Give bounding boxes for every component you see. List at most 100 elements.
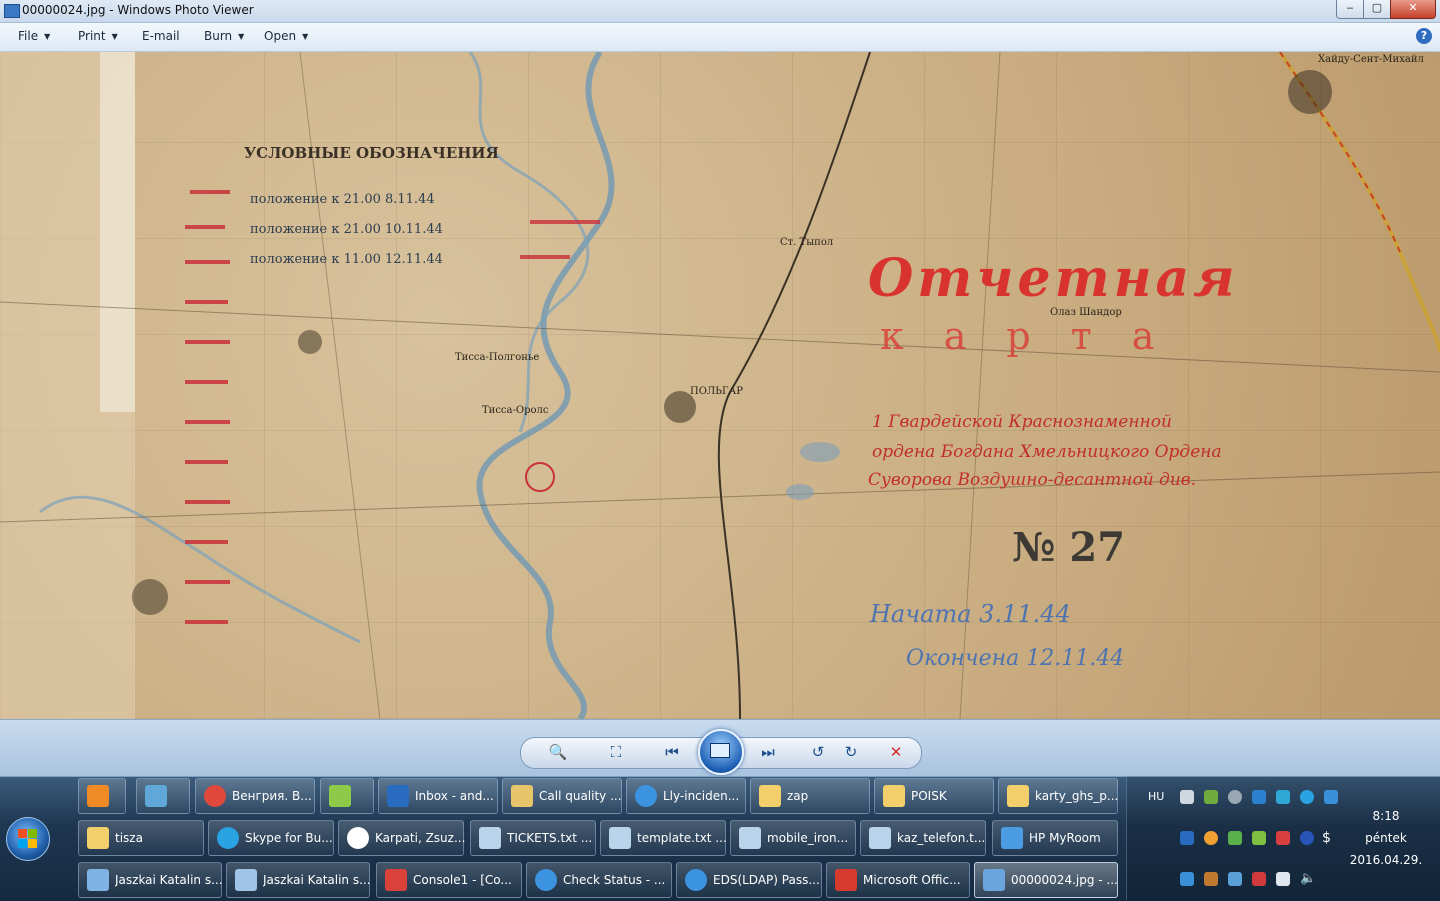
map-ended: Окончена 12.11.44 bbox=[906, 646, 1125, 671]
menu-print-label: Print bbox=[78, 29, 106, 43]
taskbar-button[interactable] bbox=[78, 778, 126, 814]
menu-open-label: Open bbox=[264, 29, 297, 43]
taskbar-button-label: karty_ghs_p... bbox=[1035, 789, 1119, 803]
menu-open[interactable]: Open ▼ bbox=[264, 29, 308, 43]
outlook-icon bbox=[387, 785, 409, 807]
users-icon[interactable] bbox=[1228, 831, 1242, 845]
taskbar-button[interactable]: Karpati, Zsuz... bbox=[338, 820, 465, 856]
taskbar-button-active[interactable]: 00000024.jpg - ... bbox=[974, 862, 1118, 898]
close-button[interactable]: ✕ bbox=[1390, 0, 1436, 19]
maximize-button[interactable]: ▢ bbox=[1363, 0, 1391, 19]
map-title-line1: Отчетная bbox=[868, 248, 1239, 309]
taskbar-button[interactable]: Call quality ... bbox=[502, 778, 622, 814]
clock-date[interactable]: 2016.04.29. bbox=[1346, 853, 1426, 867]
taskbar-button[interactable]: EDS(LDAP) Pass... bbox=[676, 862, 822, 898]
legend-entry: положение к 21.00 10.11.44 bbox=[250, 222, 443, 237]
chevron-down-icon: ▼ bbox=[111, 32, 118, 41]
map-number: № 27 bbox=[1012, 524, 1126, 571]
network-icon[interactable] bbox=[1324, 790, 1338, 804]
taskbar-button[interactable]: Skype for Bu... bbox=[208, 820, 334, 856]
photo-viewer-icon bbox=[4, 4, 20, 18]
taskbar-button[interactable]: Check Status - ... bbox=[526, 862, 672, 898]
skype-icon[interactable] bbox=[1300, 790, 1314, 804]
disk-icon[interactable] bbox=[1204, 872, 1218, 886]
title-bar: 00000024.jpg - Windows Photo Viewer ‒ ▢ … bbox=[0, 0, 1440, 23]
it-icon[interactable] bbox=[1276, 790, 1290, 804]
magnifier-icon[interactable]: 🔍 bbox=[546, 742, 570, 762]
clock-day[interactable]: péntek bbox=[1346, 831, 1426, 845]
taskbar-button[interactable]: kaz_telefon.t... bbox=[860, 820, 986, 856]
menu-bar: File ▼ Print ▼ E-mail Burn ▼ Open ▼ ? bbox=[0, 23, 1440, 52]
chevron-down-icon: ▼ bbox=[44, 32, 51, 41]
rotate-clockwise-icon[interactable]: ↻ bbox=[839, 742, 863, 762]
folder-icon bbox=[87, 827, 109, 849]
folder-icon bbox=[883, 785, 905, 807]
chrome-icon bbox=[204, 785, 226, 807]
menu-email-label: E-mail bbox=[142, 29, 180, 43]
menu-email[interactable]: E-mail bbox=[142, 29, 180, 43]
antivirus-icon[interactable] bbox=[1252, 872, 1266, 886]
notepad-icon bbox=[609, 827, 631, 849]
sync-icon[interactable] bbox=[1180, 872, 1194, 886]
taskbar-button[interactable]: Jaszkai Katalin s... bbox=[226, 862, 371, 898]
info-icon[interactable] bbox=[1300, 831, 1314, 845]
taskbar-button[interactable]: Lly-inciden... bbox=[626, 778, 746, 814]
taskbar-button[interactable]: HP MyRoom bbox=[992, 820, 1118, 856]
help-icon[interactable]: ? bbox=[1416, 28, 1432, 44]
actual-size-icon[interactable]: ⛶ bbox=[604, 742, 628, 762]
pen-icon[interactable] bbox=[1180, 790, 1194, 804]
start-button[interactable] bbox=[6, 817, 50, 861]
taskbar-button[interactable]: Console1 - [Co... bbox=[376, 862, 522, 898]
town-label: Ст. Тыпол bbox=[780, 237, 834, 248]
next-icon[interactable]: ⏭ bbox=[756, 742, 780, 762]
volume-icon[interactable]: 🔈 bbox=[1300, 872, 1316, 886]
taskbar-button[interactable]: Jaszkai Katalin s... bbox=[78, 862, 223, 898]
display-icon[interactable] bbox=[1276, 872, 1290, 886]
taskbar-button[interactable]: Inbox - and... bbox=[378, 778, 498, 814]
taskbar-button-label: HP MyRoom bbox=[1029, 831, 1101, 845]
unit-name-line1: 1 Гвардейской Краснознаменной bbox=[872, 412, 1172, 432]
delete-icon[interactable]: ✕ bbox=[884, 742, 908, 762]
taskbar-button[interactable]: Microsoft Offic... bbox=[826, 862, 970, 898]
previous-icon[interactable]: ⏮ bbox=[660, 742, 684, 762]
taskbar-button-label: POISK bbox=[911, 789, 947, 803]
town-label: Хайду-Сент-Михайл bbox=[1318, 54, 1424, 65]
taskbar-button[interactable]: template.txt ... bbox=[600, 820, 727, 856]
security-icon[interactable] bbox=[1228, 872, 1242, 886]
slideshow-button[interactable] bbox=[698, 729, 744, 775]
town-label: Тисса-Полгонье bbox=[455, 352, 540, 363]
skype-icon bbox=[217, 827, 239, 849]
taskbar-button[interactable]: POISK bbox=[874, 778, 994, 814]
taskbar-button-label: kaz_telefon.t... bbox=[897, 831, 986, 845]
rotate-counterclockwise-icon[interactable]: ↺ bbox=[806, 742, 830, 762]
outlook-icon[interactable] bbox=[1180, 831, 1194, 845]
legend-title: УСЛОВНЫЕ ОБОЗНАЧЕНИЯ bbox=[244, 144, 499, 162]
taskbar-button[interactable]: TICKETS.txt ... bbox=[470, 820, 596, 856]
app-icon[interactable] bbox=[1252, 790, 1266, 804]
map-started: Начата 3.11.44 bbox=[870, 600, 1071, 628]
menu-file[interactable]: File ▼ bbox=[18, 29, 50, 43]
language-indicator[interactable]: HU bbox=[1148, 790, 1164, 803]
settings-icon[interactable] bbox=[1228, 790, 1242, 804]
slideshow-icon bbox=[710, 743, 730, 758]
dollar-icon[interactable]: $ bbox=[1322, 831, 1336, 845]
taskbar-button[interactable]: tisza bbox=[78, 820, 204, 856]
menu-burn[interactable]: Burn ▼ bbox=[204, 29, 244, 43]
taskbar-button[interactable]: zap bbox=[750, 778, 870, 814]
taskbar-button[interactable]: mobile_iron... bbox=[730, 820, 856, 856]
taskbar-button[interactable] bbox=[320, 778, 374, 814]
alert-icon[interactable] bbox=[1204, 831, 1218, 845]
taskbar-button-label: template.txt ... bbox=[637, 831, 727, 845]
shield-icon[interactable] bbox=[1204, 790, 1218, 804]
legend-entry: положение к 21.00 8.11.44 bbox=[250, 192, 435, 207]
check-icon[interactable] bbox=[1252, 831, 1266, 845]
image-viewport[interactable]: УСЛОВНЫЕ ОБОЗНАЧЕНИЯ положение к 21.00 8… bbox=[0, 52, 1440, 719]
taskbar-button[interactable] bbox=[136, 778, 190, 814]
taskbar-button[interactable]: Венгрия. В... bbox=[195, 778, 315, 814]
taskbar-button[interactable]: karty_ghs_p... bbox=[998, 778, 1118, 814]
network-error-icon[interactable] bbox=[1276, 831, 1290, 845]
minimize-button[interactable]: ‒ bbox=[1336, 0, 1364, 19]
envelope-icon bbox=[511, 785, 533, 807]
menu-print[interactable]: Print ▼ bbox=[78, 29, 118, 43]
clock-time[interactable]: 8:18 bbox=[1346, 809, 1426, 823]
